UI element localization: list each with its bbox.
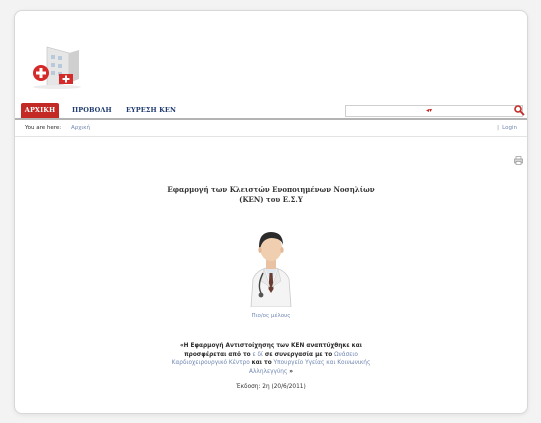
- quote-partner-small-link[interactable]: ε δί: [253, 352, 263, 358]
- version-text: Έκδοση: 2η (20/6/2011): [236, 384, 306, 390]
- nav-item-view[interactable]: ΠΡΟΒΟΛΗ: [72, 103, 112, 118]
- quote-collaboration: σε συνεργασία με το: [264, 351, 333, 358]
- breadcrumb: You are here: Αρχική | Login: [15, 122, 527, 137]
- quote-and: και το: [251, 360, 272, 366]
- member-link[interactable]: Πιο/ος μέλους: [211, 313, 331, 319]
- login-link[interactable]: Login: [502, 125, 517, 131]
- page-title: Εφαρμογή των Κλειστών Ενοποιημένων Νοσηλ…: [145, 185, 397, 205]
- breadcrumb-label: You are here:: [25, 125, 62, 131]
- search-input[interactable]: [442, 106, 520, 114]
- page-title-line2: (ΚΕΝ) του Ε.Σ.Υ: [239, 195, 303, 204]
- search-icon[interactable]: [513, 104, 527, 116]
- page-title-line1: Εφαρμογή των Κλειστών Ενοποιημένων Νοσηλ…: [167, 185, 375, 194]
- nav-item-home[interactable]: ΑΡΧΙΚΗ: [21, 103, 59, 118]
- search-box[interactable]: ◂▾: [345, 105, 523, 117]
- hospital-logo-icon: [33, 46, 81, 89]
- main-navigation: ΑΡΧΙΚΗ ΠΡΟΒΟΛΗ ΕΥΡΕΣΗ ΚΕΝ ◂▾: [15, 103, 527, 120]
- print-icon[interactable]: [514, 156, 523, 165]
- credits-quote: «Η Εφαρμογή Αντιστοίχησης των ΚΕΝ αναπτύ…: [165, 342, 377, 376]
- nav-item-find-ken[interactable]: ΕΥΡΕΣΗ ΚΕΝ: [126, 103, 176, 118]
- menu-separator: |: [497, 125, 499, 131]
- app-window: ΑΡΧΙΚΗ ΠΡΟΒΟΛΗ ΕΥΡΕΣΗ ΚΕΝ ◂▾ You are her…: [14, 10, 528, 414]
- language-flag-icon[interactable]: ◂▾: [426, 107, 436, 114]
- breadcrumb-home-link[interactable]: Αρχική: [71, 125, 90, 131]
- quote-close: »: [289, 368, 293, 375]
- site-header: [15, 11, 527, 103]
- doctor-avatar-icon: [250, 232, 292, 307]
